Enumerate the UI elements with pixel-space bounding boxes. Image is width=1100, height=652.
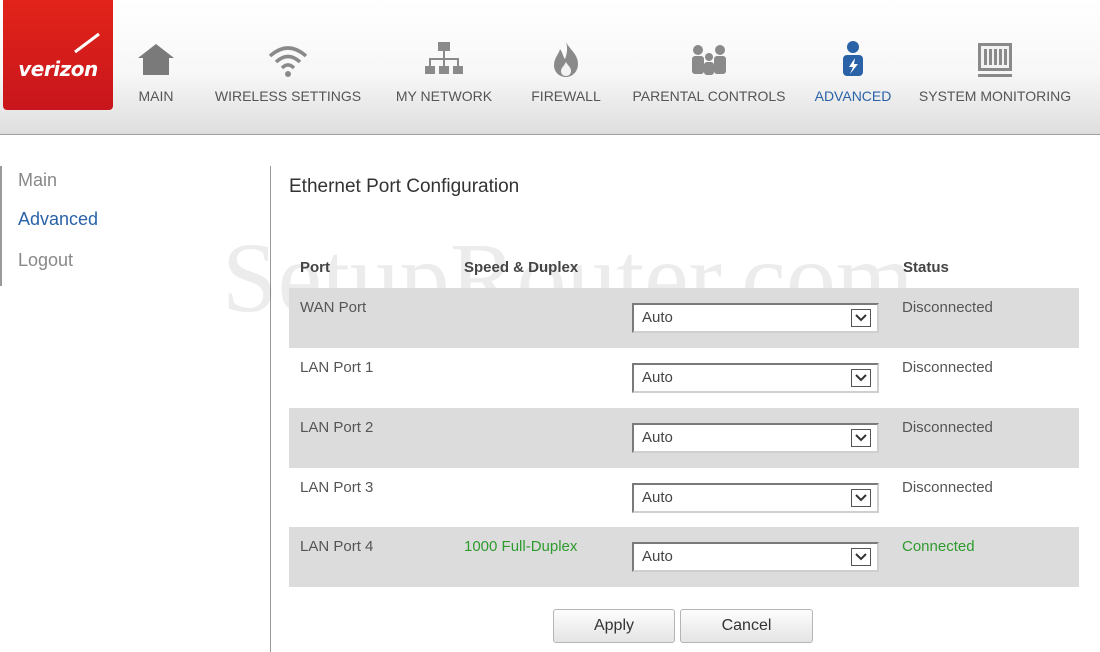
cancel-button[interactable]: Cancel <box>680 609 813 643</box>
column-header-port: Port <box>300 259 330 276</box>
speed-duplex-select[interactable]: Auto <box>632 483 879 513</box>
house-icon <box>138 44 174 75</box>
nav-label: SYSTEM MONITORING <box>918 88 1072 104</box>
network-icon <box>425 42 463 74</box>
speed-duplex-select[interactable]: Auto <box>632 542 879 572</box>
table-row: LAN Port 3 Auto Disconnected <box>289 468 1079 528</box>
chevron-down-icon[interactable] <box>851 489 871 507</box>
sidebar-item-logout[interactable]: Logout <box>18 250 73 271</box>
apply-button[interactable]: Apply <box>553 609 675 643</box>
verizon-check-icon <box>74 32 100 54</box>
nav-label: WIRELESS SETTINGS <box>214 88 362 104</box>
family-icon <box>692 45 726 75</box>
verizon-logo[interactable]: verizon <box>3 0 113 110</box>
select-value: Auto <box>642 309 673 326</box>
table-row: WAN Port Auto Disconnected <box>289 288 1079 348</box>
column-header-status: Status <box>903 259 949 276</box>
status-badge: Disconnected <box>902 299 993 316</box>
flame-icon <box>554 42 578 77</box>
page-title: Ethernet Port Configuration <box>289 176 520 197</box>
monitor-icon <box>978 43 1012 77</box>
nav-my-network[interactable]: MY NETWORK <box>392 0 496 134</box>
speed-duplex-select[interactable]: Auto <box>632 303 879 333</box>
status-badge: Connected <box>902 538 975 555</box>
port-name: LAN Port 1 <box>300 359 374 376</box>
nav-firewall[interactable]: FIREWALL <box>526 0 606 134</box>
status-badge: Disconnected <box>902 419 993 436</box>
top-header: verizon MAIN WIRELESS SETTINGS MY NETWOR… <box>0 0 1100 135</box>
nav-label: FIREWALL <box>531 88 601 104</box>
nav-label: MAIN <box>138 88 174 104</box>
wifi-icon <box>268 46 308 77</box>
status-badge: Disconnected <box>902 359 993 376</box>
nav-label: ADVANCED <box>814 88 892 104</box>
nav-system-monitoring[interactable]: SYSTEM MONITORING <box>916 0 1074 134</box>
select-value: Auto <box>642 369 673 386</box>
nav-parental-controls[interactable]: PARENTAL CONTROLS <box>630 0 788 134</box>
chevron-down-icon[interactable] <box>851 309 871 327</box>
port-name: LAN Port 4 <box>300 538 374 555</box>
sidebar: Main Advanced Logout <box>0 166 270 286</box>
chevron-down-icon[interactable] <box>851 429 871 447</box>
port-name: WAN Port <box>300 299 367 316</box>
status-badge: Disconnected <box>902 479 993 496</box>
table-row: LAN Port 4 1000 Full-Duplex Auto Connect… <box>289 527 1079 587</box>
speed-duplex-select[interactable]: Auto <box>632 423 879 453</box>
speed-duplex-value: 1000 Full-Duplex <box>464 538 578 555</box>
port-name: LAN Port 3 <box>300 479 374 496</box>
sidebar-item-main[interactable]: Main <box>18 170 57 191</box>
table-row: LAN Port 2 Auto Disconnected <box>289 408 1079 468</box>
nav-label: MY NETWORK <box>395 88 493 104</box>
table-row: LAN Port 1 Auto Disconnected <box>289 348 1079 408</box>
select-value: Auto <box>642 429 673 446</box>
logo-text: verizon <box>18 57 98 81</box>
column-header-speed-duplex: Speed & Duplex <box>464 259 579 276</box>
select-value: Auto <box>642 489 673 506</box>
nav-main[interactable]: MAIN <box>126 0 186 134</box>
chevron-down-icon[interactable] <box>851 548 871 566</box>
content-divider <box>270 166 271 652</box>
port-name: LAN Port 2 <box>300 419 374 436</box>
speed-duplex-select[interactable]: Auto <box>632 363 879 393</box>
sidebar-item-advanced[interactable]: Advanced <box>18 209 98 230</box>
chevron-down-icon[interactable] <box>851 369 871 387</box>
nav-label: PARENTAL CONTROLS <box>632 88 786 104</box>
advanced-user-icon <box>843 41 863 76</box>
nav-wireless-settings[interactable]: WIRELESS SETTINGS <box>212 0 364 134</box>
nav-advanced[interactable]: ADVANCED <box>810 0 896 134</box>
select-value: Auto <box>642 548 673 565</box>
